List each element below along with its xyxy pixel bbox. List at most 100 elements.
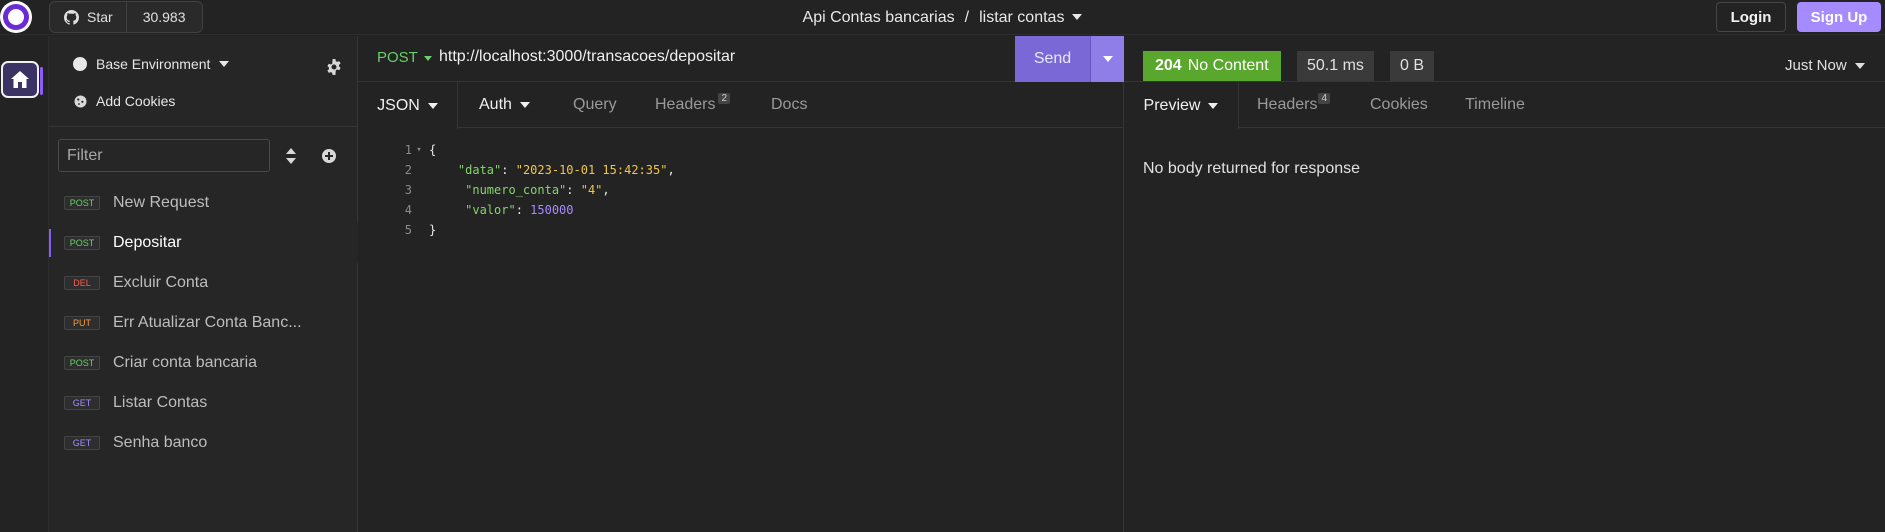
- line-number: 3: [404, 183, 412, 197]
- method-dropdown[interactable]: POST: [377, 49, 432, 66]
- tab-body[interactable]: JSON: [358, 82, 458, 129]
- method-badge: GET: [64, 436, 100, 450]
- tab-cookies[interactable]: Cookies: [1370, 82, 1428, 128]
- request-item-criar-conta[interactable]: POST Criar conta bancaria: [49, 343, 358, 383]
- request-name: Err Atualizar Conta Banc...: [113, 314, 302, 331]
- tab-response-headers-label: Headers: [1257, 96, 1318, 113]
- request-pane: POST http://localhost:3000/transacoes/de…: [358, 36, 1124, 532]
- left-rail: [0, 36, 49, 532]
- request-item-excluir-conta[interactable]: DEL Excluir Conta: [49, 263, 358, 303]
- json-value: "2023-10-01 15:42:35": [515, 163, 668, 177]
- github-star-group: Star 30.983: [49, 1, 203, 33]
- request-item-listar-contas[interactable]: GET Listar Contas: [49, 383, 358, 423]
- environment-label: Base Environment: [96, 56, 211, 72]
- history-label: Just Now: [1785, 57, 1847, 74]
- breadcrumb-request-dropdown[interactable]: listar contas: [979, 9, 1083, 27]
- tab-headers-label: Headers: [655, 96, 716, 113]
- line-number: 4: [404, 203, 412, 217]
- code-line: 1 ▾ {: [358, 140, 1124, 160]
- code-line: 5 }: [358, 220, 1124, 240]
- request-item-atualizar-conta[interactable]: PUT Err Atualizar Conta Banc...: [49, 303, 358, 343]
- history-dropdown[interactable]: Just Now: [1785, 57, 1865, 74]
- tab-headers[interactable]: Headers 2: [655, 82, 731, 128]
- tab-docs[interactable]: Docs: [771, 82, 807, 128]
- github-icon: [64, 9, 79, 25]
- json-value: "4": [580, 183, 603, 197]
- tab-preview-label: Preview: [1143, 96, 1201, 114]
- json-body-editor[interactable]: 1 ▾ { 2 "data": "2023-10-01 15:42:35", 3…: [358, 140, 1124, 240]
- sort-icon[interactable]: [285, 148, 297, 164]
- url-bar: POST http://localhost:3000/transacoes/de…: [358, 36, 1124, 82]
- chevron-down-icon: [1102, 56, 1113, 62]
- add-request-icon[interactable]: [322, 149, 336, 163]
- gear-icon[interactable]: [326, 59, 342, 75]
- json-value: 150000: [530, 203, 574, 217]
- star-count[interactable]: 30.983: [127, 9, 202, 25]
- line-number: 5: [404, 223, 412, 237]
- tab-timeline[interactable]: Timeline: [1465, 82, 1525, 128]
- chevron-down-icon: [1208, 102, 1219, 109]
- code-line: 3 "numero_conta": "4",: [358, 180, 1124, 200]
- chevron-down-icon: [219, 61, 230, 67]
- method-label: POST: [377, 49, 418, 66]
- empty-response-message: No body returned for response: [1143, 160, 1361, 177]
- add-cookies-label: Add Cookies: [96, 93, 176, 109]
- url-input[interactable]: http://localhost:3000/transacoes/deposit…: [439, 48, 735, 66]
- chevron-down-icon: [1854, 63, 1865, 70]
- json-key: "numero_conta": [465, 183, 567, 197]
- home-icon: [11, 71, 29, 88]
- request-item-new-request[interactable]: POST New Request: [49, 183, 358, 223]
- cookie-icon: [74, 95, 87, 107]
- insomnia-logo-icon[interactable]: [0, 1, 32, 33]
- top-bar: Star 30.983 Api Contas bancarias / lista…: [0, 0, 1885, 35]
- code-line: 4 "valor": 150000: [358, 200, 1124, 220]
- code-text: {: [429, 143, 437, 157]
- code-line: 2 "data": "2023-10-01 15:42:35",: [358, 160, 1124, 180]
- response-time: 50.1 ms: [1297, 51, 1374, 81]
- request-name: Listar Contas: [113, 394, 208, 411]
- chevron-down-icon: [427, 102, 438, 109]
- send-button[interactable]: Send: [1015, 36, 1090, 82]
- filter-input[interactable]: [58, 139, 270, 172]
- response-status-bar: 204 No Content 50.1 ms 0 B Just Now: [1124, 36, 1885, 82]
- chevron-down-icon: [1072, 14, 1083, 21]
- github-star-button[interactable]: Star: [50, 2, 127, 32]
- response-pane: 204 No Content 50.1 ms 0 B Just Now Prev…: [1124, 36, 1885, 532]
- environment-selector[interactable]: Base Environment: [73, 56, 230, 72]
- request-name: Excluir Conta: [113, 274, 209, 291]
- request-name: Senha banco: [113, 434, 208, 451]
- add-cookies-button[interactable]: Add Cookies: [74, 93, 175, 109]
- request-item-senha-banco[interactable]: GET Senha banco: [49, 423, 358, 463]
- request-item-depositar[interactable]: POST Depositar: [49, 223, 358, 263]
- breadcrumb-collection[interactable]: Api Contas bancarias: [803, 9, 955, 27]
- tab-auth-label: Auth: [479, 96, 512, 113]
- request-list: POST New Request POST Depositar DEL Excl…: [49, 183, 358, 463]
- send-button-group: Send: [1015, 36, 1124, 82]
- line-number: 1: [404, 143, 412, 157]
- login-button[interactable]: Login: [1716, 2, 1786, 32]
- json-key: "data": [457, 163, 502, 177]
- response-tabs: Preview Headers 4 Cookies Timeline: [1124, 82, 1885, 129]
- headers-count-badge: 2: [718, 92, 731, 104]
- tab-response-headers[interactable]: Headers 4: [1257, 82, 1331, 128]
- code-text: }: [429, 223, 437, 237]
- tab-query[interactable]: Query: [573, 82, 617, 128]
- method-badge: DEL: [64, 276, 100, 290]
- method-badge: POST: [64, 196, 100, 210]
- tab-auth[interactable]: Auth: [479, 82, 530, 128]
- star-label: Star: [87, 9, 113, 25]
- tab-preview[interactable]: Preview: [1124, 82, 1239, 129]
- status-text: No Content: [1187, 57, 1269, 74]
- home-button[interactable]: [1, 61, 43, 98]
- request-name: Depositar: [113, 234, 182, 251]
- method-badge: POST: [64, 236, 100, 250]
- request-tabs: JSON Auth Query Headers 2 Docs: [358, 82, 1124, 129]
- send-options-button[interactable]: [1090, 36, 1124, 82]
- response-size: 0 B: [1390, 51, 1435, 81]
- status-code: 204: [1155, 57, 1182, 74]
- sidebar-divider: [49, 126, 358, 127]
- tab-body-label: JSON: [377, 96, 420, 114]
- json-key: "valor": [465, 203, 516, 217]
- fold-arrow-icon[interactable]: ▾: [412, 145, 426, 155]
- signup-button[interactable]: Sign Up: [1797, 2, 1881, 32]
